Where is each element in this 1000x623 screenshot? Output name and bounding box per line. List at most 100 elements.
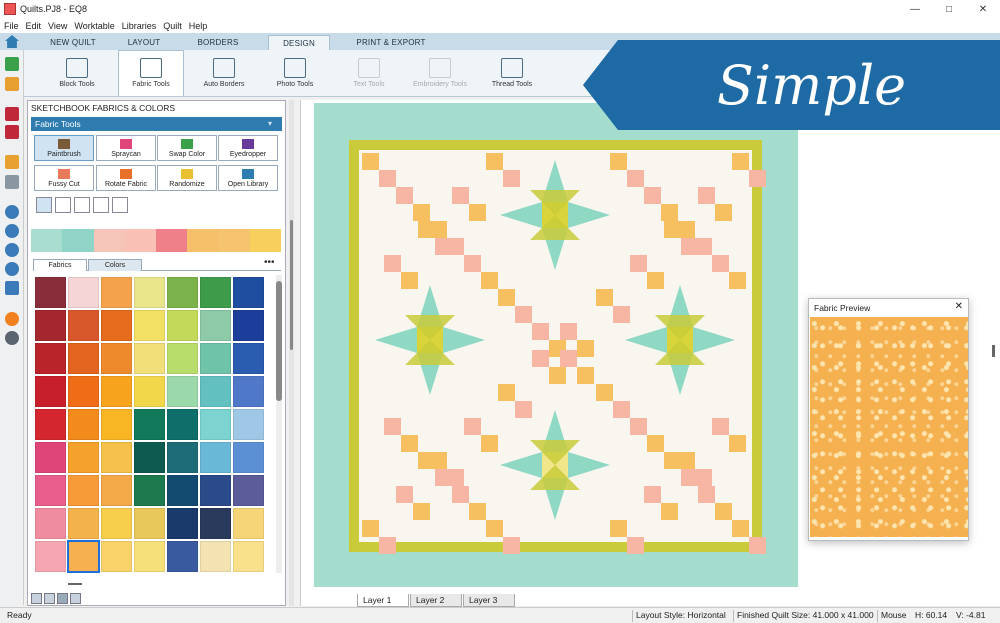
fabric-swatch[interactable] — [35, 409, 66, 440]
spraycan-button[interactable]: Spraycan — [96, 135, 156, 161]
fabric-swatch[interactable] — [167, 508, 198, 539]
open-icon[interactable] — [5, 77, 19, 91]
fabric-swatch[interactable] — [101, 442, 132, 473]
strip-swatch[interactable] — [156, 229, 188, 252]
zoom-in-icon[interactable] — [5, 205, 19, 219]
view-small-icon[interactable] — [57, 593, 68, 604]
scroll-thumb[interactable] — [276, 281, 282, 401]
tab-print-export[interactable]: PRINT & EXPORT — [345, 35, 437, 50]
menu-help[interactable]: Help — [189, 21, 208, 31]
auto-borders-button[interactable]: Auto Borders — [194, 50, 254, 96]
fabric-swatch[interactable] — [200, 442, 231, 473]
used-fabrics-strip[interactable] — [31, 229, 281, 252]
open-library-button[interactable]: Open Library — [218, 165, 278, 191]
fabric-swatch[interactable] — [200, 475, 231, 506]
brush-size-2-icon[interactable] — [55, 197, 71, 213]
fussy-cut-button[interactable]: Fussy Cut — [34, 165, 94, 191]
fabric-swatch[interactable] — [134, 277, 165, 308]
tab-borders[interactable]: BORDERS — [182, 35, 254, 50]
layer-3-tab[interactable]: Layer 3 — [463, 594, 515, 607]
fabric-swatch[interactable] — [101, 541, 132, 572]
maximize-button[interactable]: □ — [932, 0, 966, 18]
fabric-swatch[interactable] — [101, 376, 132, 407]
block-tools-button[interactable]: Block Tools — [48, 50, 106, 96]
fabric-swatch[interactable] — [101, 277, 132, 308]
help-icon[interactable] — [5, 312, 19, 326]
fabric-swatch[interactable] — [35, 508, 66, 539]
strip-swatch[interactable] — [93, 229, 125, 252]
tab-design[interactable]: DESIGN — [268, 35, 330, 50]
fabric-swatch[interactable] — [35, 310, 66, 341]
fabric-tools-button[interactable]: Fabric Tools — [118, 50, 184, 96]
fabric-swatch[interactable] — [167, 409, 198, 440]
strip-swatch[interactable] — [31, 229, 63, 252]
fabric-swatch[interactable] — [233, 310, 264, 341]
fabric-swatch[interactable] — [68, 376, 99, 407]
fabric-swatch[interactable] — [35, 475, 66, 506]
fabric-swatch[interactable] — [134, 442, 165, 473]
fabric-swatch[interactable] — [35, 541, 66, 572]
text-tools-button[interactable]: Text Tools — [340, 50, 398, 96]
fabric-swatch[interactable] — [167, 310, 198, 341]
fabric-swatch[interactable] — [200, 508, 231, 539]
fabric-swatch[interactable] — [167, 277, 198, 308]
fabric-swatch[interactable] — [233, 541, 264, 572]
brush-size-4-icon[interactable] — [93, 197, 109, 213]
eyedropper-button[interactable]: Eyedropper — [218, 135, 278, 161]
fabric-swatch[interactable] — [167, 376, 198, 407]
fabric-swatch[interactable] — [68, 508, 99, 539]
zoom-refresh-icon[interactable] — [5, 262, 19, 276]
fabric-swatch[interactable] — [233, 376, 264, 407]
photo-tools-button[interactable]: Photo Tools — [266, 50, 324, 96]
new-icon[interactable] — [5, 57, 19, 71]
star-block[interactable] — [500, 410, 610, 520]
menu-view[interactable]: View — [48, 21, 67, 31]
fabric-swatch[interactable] — [167, 541, 198, 572]
fabric-swatch[interactable] — [67, 540, 100, 573]
fabric-swatch[interactable] — [134, 541, 165, 572]
fabric-swatch[interactable] — [200, 277, 231, 308]
fabric-swatch[interactable] — [233, 475, 264, 506]
fabric-swatch[interactable] — [134, 409, 165, 440]
fabric-swatch[interactable] — [68, 310, 99, 341]
fabric-swatch[interactable] — [200, 409, 231, 440]
fabric-swatch[interactable] — [200, 343, 231, 374]
worktable-scroll-handle[interactable] — [992, 345, 995, 357]
view-large-icon[interactable] — [31, 593, 42, 604]
strip-swatch[interactable] — [249, 229, 281, 252]
menu-worktable[interactable]: Worktable — [74, 21, 114, 31]
tab-new-quilt[interactable]: NEW QUILT — [38, 35, 108, 50]
randomize-button[interactable]: Randomize — [157, 165, 217, 191]
fabric-swatch[interactable] — [134, 376, 165, 407]
fabric-swatch[interactable] — [101, 409, 132, 440]
fabric-swatch[interactable] — [101, 475, 132, 506]
fabric-swatch[interactable] — [35, 343, 66, 374]
fabric-swatch[interactable] — [134, 310, 165, 341]
fabric-swatch[interactable] — [167, 475, 198, 506]
fabric-swatch[interactable] — [35, 376, 66, 407]
view-tiny-icon[interactable] — [70, 593, 81, 604]
rotate-fabric-button[interactable]: Rotate Fabric — [96, 165, 156, 191]
pencil-icon[interactable] — [5, 155, 19, 169]
fabric-swatch[interactable] — [101, 508, 132, 539]
menu-libraries[interactable]: Libraries — [122, 21, 157, 31]
collapse-icon[interactable]: ▾ — [268, 119, 272, 128]
settings-gear-icon[interactable] — [5, 331, 19, 345]
fabric-swatch[interactable] — [167, 442, 198, 473]
brush-size-1-icon[interactable] — [36, 197, 52, 213]
view-medium-icon[interactable] — [44, 593, 55, 604]
fabric-swatch[interactable] — [200, 376, 231, 407]
library-icon[interactable] — [5, 125, 19, 139]
splitter-handle[interactable] — [68, 583, 82, 585]
fabric-swatch[interactable] — [134, 343, 165, 374]
menu-file[interactable]: File — [4, 21, 19, 31]
fabric-swatch[interactable] — [68, 277, 99, 308]
panel-scroll-thumb[interactable] — [290, 220, 293, 350]
paintbrush-button[interactable]: Paintbrush — [34, 135, 94, 161]
fabric-swatch[interactable] — [35, 442, 66, 473]
tab-colors[interactable]: Colors — [88, 259, 142, 271]
brush-size-3-icon[interactable] — [74, 197, 90, 213]
zoom-fit-icon[interactable] — [5, 243, 19, 257]
zoom-out-icon[interactable] — [5, 224, 19, 238]
fabric-swatch[interactable] — [134, 508, 165, 539]
